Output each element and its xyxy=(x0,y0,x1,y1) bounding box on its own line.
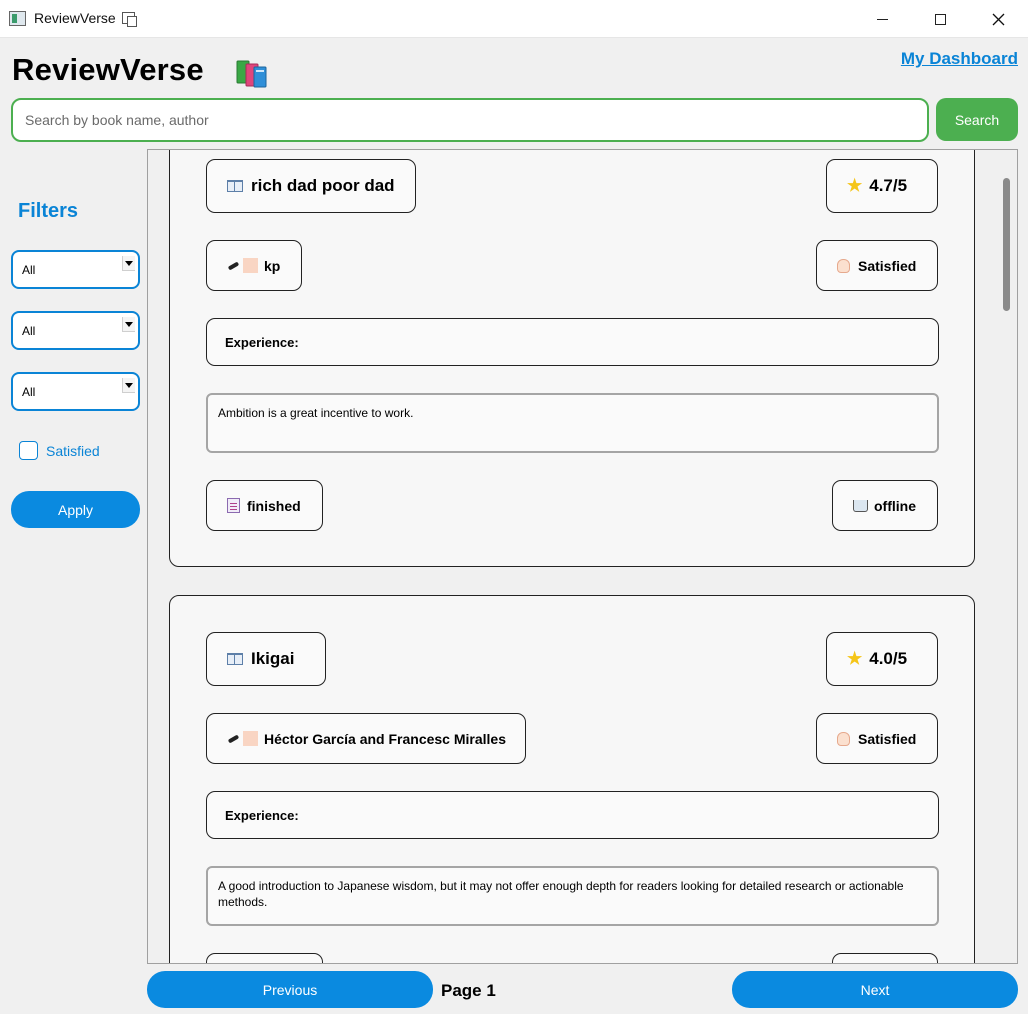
skin-tone-icon xyxy=(243,731,258,746)
satisfied-checkbox[interactable] xyxy=(19,441,38,460)
maximize-icon xyxy=(934,13,946,25)
maximize-button[interactable] xyxy=(911,0,969,38)
next-button[interactable]: Next xyxy=(732,971,1018,1008)
reading-status: finished xyxy=(247,497,301,514)
window-title: ReviewVerse xyxy=(34,10,116,26)
filter-dropdown-2-value: All xyxy=(22,324,36,338)
skin-tone-icon xyxy=(243,258,258,273)
filter-dropdown-3[interactable]: All xyxy=(11,372,140,411)
book-title-pill: Ikigai xyxy=(206,632,326,686)
purchase-mode-pill xyxy=(832,953,938,963)
close-icon xyxy=(992,13,1004,25)
apply-button[interactable]: Apply xyxy=(11,491,140,528)
rating-pill: ★ 4.0/5 xyxy=(826,632,938,686)
title-bar: ReviewVerse xyxy=(0,0,1028,38)
search-button[interactable]: Search xyxy=(936,98,1018,141)
satisfaction-pill: Satisfied xyxy=(816,713,938,764)
chevron-down-icon[interactable] xyxy=(122,317,135,332)
thumbs-up-icon xyxy=(837,258,850,273)
experience-label: Experience: xyxy=(206,791,939,839)
open-book-icon xyxy=(227,653,243,665)
window-switch-icon[interactable] xyxy=(122,12,137,27)
filter-dropdown-3-value: All xyxy=(22,385,36,399)
star-icon: ★ xyxy=(847,176,863,195)
filter-dropdown-1-value: All xyxy=(22,263,36,277)
vertical-scrollbar[interactable] xyxy=(996,150,1017,963)
satisfaction-label: Satisfied xyxy=(858,730,917,747)
chevron-down-icon[interactable] xyxy=(122,256,135,271)
filter-dropdown-1[interactable]: All xyxy=(11,250,140,289)
my-dashboard-link[interactable]: My Dashboard xyxy=(901,49,1018,69)
star-icon: ★ xyxy=(847,649,863,668)
filters-title: Filters xyxy=(18,200,79,222)
books-icon xyxy=(236,60,267,88)
chevron-down-icon[interactable] xyxy=(122,378,135,393)
previous-button[interactable]: Previous xyxy=(147,971,433,1008)
reading-status-pill xyxy=(206,953,323,963)
rating-value: 4.7/5 xyxy=(869,176,908,195)
shopping-cart-icon xyxy=(853,499,868,512)
book-title: rich dad poor dad xyxy=(251,176,395,195)
scrollbar-thumb[interactable] xyxy=(1003,178,1010,311)
experience-label: Experience: xyxy=(206,318,939,366)
search-input[interactable] xyxy=(11,98,929,142)
satisfied-checkbox-label[interactable]: Satisfied xyxy=(46,443,100,459)
writing-hand-icon xyxy=(227,734,241,744)
satisfied-checkbox-row[interactable]: Satisfied xyxy=(19,441,100,460)
page-indicator: Page 1 xyxy=(441,981,496,1000)
purchase-mode: offline xyxy=(874,497,916,514)
book-title: Ikigai xyxy=(251,649,295,668)
reading-status-pill: finished xyxy=(206,480,323,531)
reviewer-name: kp xyxy=(264,257,281,274)
minimize-button[interactable] xyxy=(853,0,911,38)
brand-title: ReviewVerse xyxy=(12,52,204,87)
reviewer-pill: Héctor García and Francesc Miralles xyxy=(206,713,526,764)
satisfaction-pill: Satisfied xyxy=(816,240,938,291)
review-card: rich dad poor dad ★ 4.7/5 kp Satisfied E… xyxy=(169,150,975,567)
rating-value: 4.0/5 xyxy=(869,649,908,668)
review-text[interactable]: A good introduction to Japanese wisdom, … xyxy=(206,866,939,926)
review-card: Ikigai ★ 4.0/5 Héctor García and Frances… xyxy=(169,595,975,963)
open-book-icon xyxy=(227,180,243,192)
book-title-pill: rich dad poor dad xyxy=(206,159,416,213)
review-text[interactable]: Ambition is a great incentive to work. xyxy=(206,393,939,453)
filter-dropdown-2[interactable]: All xyxy=(11,311,140,350)
minimize-icon xyxy=(876,18,888,20)
writing-hand-icon xyxy=(227,261,241,271)
reviews-scroll-area[interactable]: rich dad poor dad ★ 4.7/5 kp Satisfied E… xyxy=(147,149,1018,964)
reviewer-pill: kp xyxy=(206,240,302,291)
memo-icon xyxy=(227,498,240,513)
app-icon xyxy=(9,11,26,26)
purchase-mode-pill: offline xyxy=(832,480,938,531)
close-button[interactable] xyxy=(969,0,1027,38)
rating-pill: ★ 4.7/5 xyxy=(826,159,938,213)
thumbs-up-icon xyxy=(837,731,850,746)
satisfaction-label: Satisfied xyxy=(858,257,917,274)
reviewer-name: Héctor García and Francesc Miralles xyxy=(264,730,506,747)
